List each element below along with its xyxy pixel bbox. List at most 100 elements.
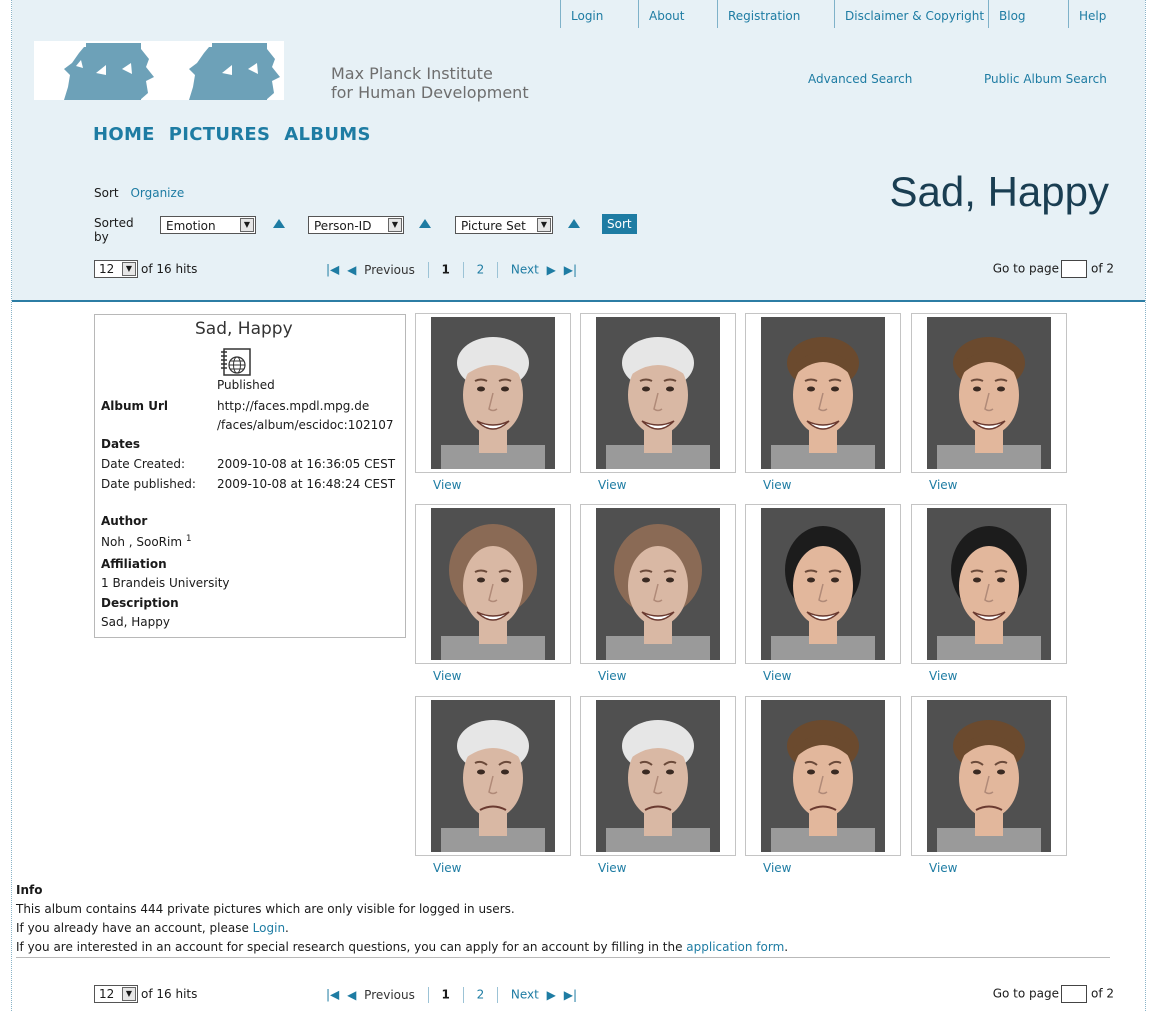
affiliation-value: 1 Brandeis University [101,576,230,590]
advanced-search-link[interactable]: Advanced Search [808,72,912,86]
go-to-page-input[interactable] [1060,985,1087,1003]
picture-thumbnail[interactable] [580,313,736,473]
view-link[interactable]: View [598,478,626,492]
mainnav-pictures[interactable]: PICTURES [169,124,271,145]
go-to-page-label: Go to page [992,986,1059,1001]
profile-heads-icon [64,43,280,100]
picture-thumbnail[interactable] [745,313,901,473]
face-photo [596,317,720,469]
face-photo [927,700,1051,852]
go-to-page: Go to page of 2 [993,985,1114,1003]
page-2-link[interactable]: 2 [477,988,485,1002]
picture-thumbnail[interactable] [745,696,901,856]
view-link[interactable]: View [763,669,791,683]
chevron-down-icon: ▼ [122,262,136,276]
login-link[interactable]: Login [253,921,285,935]
picture-thumbnail[interactable] [580,696,736,856]
application-form-link[interactable]: application form [686,940,784,954]
nav-help-link[interactable]: Help [1068,0,1110,28]
info-line-2-end: . [285,921,289,935]
picture-thumbnail[interactable] [911,696,1067,856]
info-line-1: This album contains 444 private pictures… [16,902,515,916]
face-photo [927,508,1051,660]
nav-blog-link[interactable]: Blog [988,0,1068,28]
sort-ascending-icon[interactable] [273,219,285,228]
album-url-line1[interactable]: http://faces.mpdl.mpg.de [217,399,369,413]
picture-thumbnail[interactable] [911,504,1067,664]
main-nav: HOME PICTURES ALBUMS [93,124,385,145]
public-album-search-link[interactable]: Public Album Search [984,72,1107,86]
view-link[interactable]: View [433,669,461,683]
album-url-line2[interactable]: /faces/album/escidoc:102107 [217,418,394,432]
next-link[interactable]: Next [511,263,539,277]
info-line-2-text: If you already have an account, please [16,921,253,935]
nav-login-link[interactable]: Login [560,0,638,28]
next-arrow-icon[interactable]: ▶ [547,263,556,277]
sort-ascending-icon[interactable] [568,219,580,228]
face-photo [761,508,885,660]
sort-field-1-select[interactable]: Emotion ▼ [160,216,256,234]
separator [497,262,499,278]
author-label: Author [101,514,148,528]
sort-field-2-select[interactable]: Person-ID ▼ [308,216,404,234]
picture-thumbnail[interactable] [415,696,571,856]
date-published-label: Date published: [101,477,196,491]
dates-label: Dates [101,437,141,451]
page-2-link[interactable]: 2 [477,263,485,277]
first-page-icon[interactable]: |◀ [326,263,339,277]
logo[interactable] [34,41,284,100]
nav-disclaimer-link[interactable]: Disclaimer & Copyright [834,0,988,28]
previous-arrow-icon[interactable]: ◀ [347,988,356,1002]
view-link[interactable]: View [598,861,626,875]
view-link[interactable]: View [598,669,626,683]
picture-thumbnail[interactable] [415,504,571,664]
next-arrow-icon[interactable]: ▶ [547,988,556,1002]
album-status: Published [217,378,275,392]
previous-link[interactable]: Previous [364,988,415,1002]
view-link[interactable]: View [433,478,461,492]
previous-arrow-icon[interactable]: ◀ [347,263,356,277]
page-title: Sad, Happy [889,168,1109,215]
next-link[interactable]: Next [511,988,539,1002]
picture-thumbnail[interactable] [415,313,571,473]
picture-thumbnail[interactable] [911,313,1067,473]
per-page-select[interactable]: 12 ▼ [94,260,138,278]
last-page-icon[interactable]: ▶| [564,263,577,277]
author-name: Noh , SooRim [101,535,183,549]
tab-organize[interactable]: Organize [130,186,184,200]
view-link[interactable]: View [929,669,957,683]
sort-field-1-value: Emotion [166,219,216,233]
sort-button[interactable]: Sort [602,214,637,234]
album-details-title: Sad, Happy [195,319,293,339]
per-page-select[interactable]: 12 ▼ [94,985,138,1003]
view-link[interactable]: View [763,861,791,875]
nav-registration-link[interactable]: Registration [717,0,834,28]
hit-count: of 16 hits [141,262,198,276]
nav-about-link[interactable]: About [638,0,717,28]
separator [462,262,464,278]
tab-sort[interactable]: Sort [94,186,119,200]
total-pages: of 2 [1090,261,1114,276]
info-line-3-end: . [784,940,789,954]
view-link[interactable]: View [763,478,791,492]
sort-field-3-value: Picture Set [461,219,526,233]
go-to-page-input[interactable] [1060,260,1087,278]
sort-ascending-icon[interactable] [419,219,431,228]
previous-link[interactable]: Previous [364,263,415,277]
picture-thumbnail[interactable] [580,504,736,664]
album-url-label: Album Url [101,399,168,413]
page-1: 1 [441,987,450,1002]
view-link[interactable]: View [929,861,957,875]
page-1: 1 [441,262,450,277]
footer-divider [16,957,1110,958]
mainnav-home[interactable]: HOME [93,124,155,145]
first-page-icon[interactable]: |◀ [326,988,339,1002]
mainnav-albums[interactable]: ALBUMS [284,124,370,145]
view-link[interactable]: View [929,478,957,492]
face-photo [596,700,720,852]
separator [427,262,429,278]
last-page-icon[interactable]: ▶| [564,988,577,1002]
view-link[interactable]: View [433,861,461,875]
sort-field-3-select[interactable]: Picture Set ▼ [455,216,553,234]
picture-thumbnail[interactable] [745,504,901,664]
